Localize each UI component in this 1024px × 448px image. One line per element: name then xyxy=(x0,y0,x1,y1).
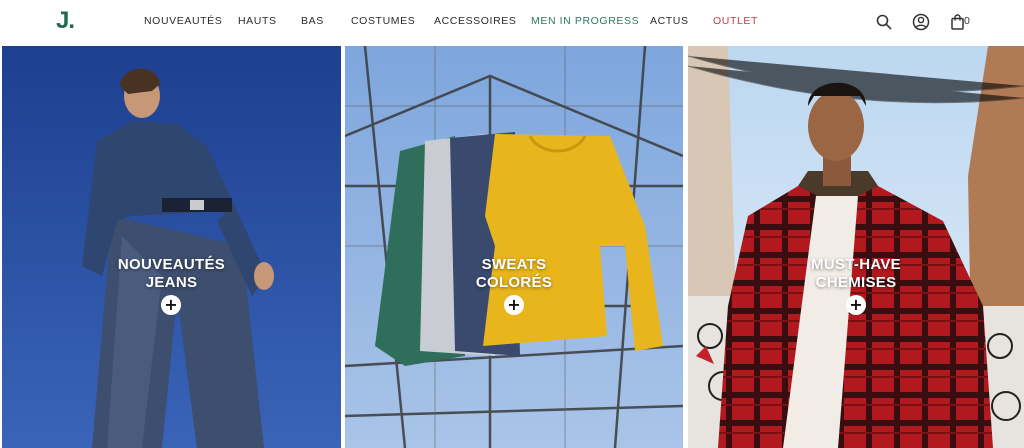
plus-icon[interactable]: + xyxy=(161,295,181,315)
nav-item-outlet[interactable]: OUTLET xyxy=(713,15,758,27)
promo-tile-jeans[interactable]: NOUVEAUTÉS JEANS + xyxy=(2,46,341,448)
tile-caption-line1: SWEATS xyxy=(481,256,547,273)
plus-icon[interactable]: + xyxy=(846,295,866,315)
promo-tile-sweats[interactable]: SWEATS COLORÉS + xyxy=(345,46,683,448)
tile-image-flannel-model xyxy=(688,46,1024,448)
tile-caption: NOUVEAUTÉS JEANS xyxy=(2,256,341,292)
tile-caption-line2: JEANS xyxy=(145,274,198,291)
plus-icon[interactable]: + xyxy=(504,295,524,315)
tile-caption-line1: NOUVEAUTÉS xyxy=(117,256,226,273)
nav-item-actus[interactable]: ACTUS xyxy=(650,15,689,27)
tile-image-denim-model xyxy=(2,46,341,448)
tile-caption-line2: COLORÉS xyxy=(475,274,553,291)
main-nav: NOUVEAUTÉS HAUTS BAS COSTUMES ACCESSOIRE… xyxy=(0,0,1024,44)
user-icon[interactable] xyxy=(911,12,931,32)
nav-item-hauts[interactable]: HAUTS xyxy=(238,15,277,27)
tile-caption: SWEATS COLORÉS xyxy=(345,256,683,292)
promo-tile-chemises[interactable]: MUST-HAVE CHEMISES + xyxy=(688,46,1024,448)
cart-count: 0 xyxy=(964,15,970,27)
nav-item-costumes[interactable]: COSTUMES xyxy=(351,15,415,27)
nav-item-nouveautes[interactable]: NOUVEAUTÉS xyxy=(144,15,222,27)
tile-caption-line1: MUST-HAVE xyxy=(811,256,901,273)
tile-caption: MUST-HAVE CHEMISES xyxy=(688,256,1024,292)
tile-image-sweatshirts xyxy=(345,46,683,448)
nav-item-bas[interactable]: BAS xyxy=(301,15,324,27)
search-icon[interactable] xyxy=(874,12,894,32)
site-header: J. NOUVEAUTÉS HAUTS BAS COSTUMES ACCESSO… xyxy=(0,0,1024,44)
nav-item-accessoires[interactable]: ACCESSOIRES xyxy=(434,15,516,27)
tile-caption-line2: CHEMISES xyxy=(815,274,897,291)
nav-item-men-in-progress[interactable]: MEN IN PROGRESS xyxy=(531,15,639,27)
